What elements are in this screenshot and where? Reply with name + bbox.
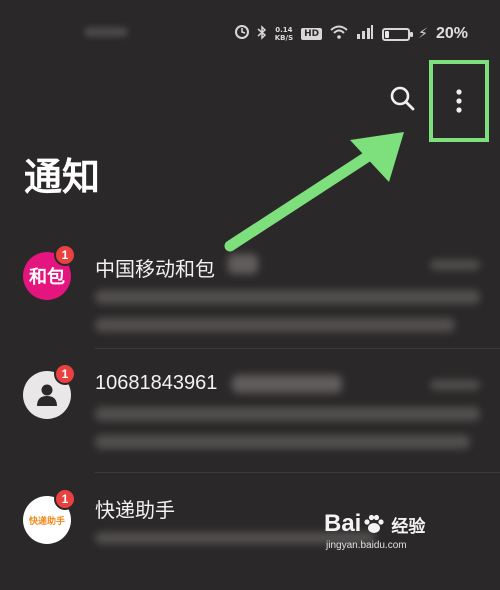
sender-name: 快递助手	[95, 500, 175, 522]
more-options-button[interactable]	[429, 60, 489, 142]
bluetooth-icon	[257, 24, 267, 44]
network-speed-value: 0.14	[275, 26, 293, 34]
blurred-preview-line	[95, 318, 455, 332]
alarm-icon	[234, 25, 249, 43]
watermark-url: jingyan.baidu.com	[326, 540, 407, 551]
blurred-preview-line	[95, 290, 480, 304]
hd-badge: HD	[301, 28, 323, 40]
watermark-logo: Bai 经验	[324, 510, 425, 538]
status-icons: 0.14 KB/S HD ⚡ 20%	[234, 22, 468, 46]
watermark-logo-right: 经验	[391, 516, 426, 536]
status-bar: 0.14 KB/S HD ⚡ 20%	[0, 0, 500, 64]
battery-level	[385, 30, 390, 38]
network-speed: 0.14 KB/S	[275, 26, 293, 42]
blurred-text	[232, 375, 342, 393]
blurred-timestamp	[430, 260, 480, 270]
unread-badge: 1	[54, 363, 76, 385]
person-icon	[37, 384, 57, 406]
network-speed-unit: KB/S	[274, 34, 294, 42]
divider	[95, 348, 500, 349]
sender-name: 中国移动和包	[95, 259, 215, 281]
watermark-logo-left: Bai	[324, 510, 362, 537]
status-bar-time-blurred	[84, 27, 128, 37]
message-item[interactable]: 和包 1 中国移动和包	[0, 240, 500, 350]
unread-badge: 1	[54, 488, 76, 510]
blurred-timestamp	[430, 380, 480, 390]
baidu-jingyan-watermark: Bai 经验 jingyan.baidu.com	[324, 504, 474, 554]
avatar-hebao: 和包 1	[23, 244, 76, 300]
charging-icon: ⚡	[418, 26, 428, 42]
avatar-label: 快递助手	[28, 515, 65, 526]
avatar-label: 和包	[29, 267, 65, 287]
divider	[95, 472, 500, 473]
blurred-text	[228, 254, 258, 274]
message-item[interactable]: 1 10681843961	[0, 355, 500, 473]
avatar-kuaidi: 快递助手 1	[23, 488, 76, 544]
sender-name: 10681843961	[95, 372, 218, 394]
page-title: 通知	[24, 157, 101, 199]
signal-icon	[356, 25, 374, 43]
avatar-contact: 1	[23, 363, 76, 419]
blurred-preview-line	[95, 435, 470, 449]
unread-badge: 1	[54, 244, 76, 266]
paw-icon	[364, 514, 384, 533]
blurred-preview-line	[95, 407, 480, 421]
wifi-icon	[330, 25, 348, 43]
more-vertical-icon	[456, 89, 462, 113]
battery-icon	[382, 27, 414, 41]
battery-percent: 20%	[435, 25, 468, 42]
search-icon	[390, 86, 415, 111]
search-button[interactable]	[386, 82, 418, 114]
